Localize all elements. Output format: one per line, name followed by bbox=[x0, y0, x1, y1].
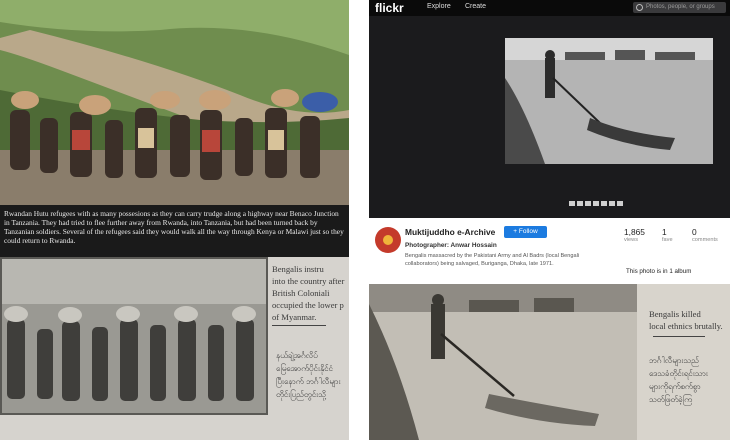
views-count: 1,865 bbox=[624, 227, 645, 237]
left-book-english-text: Bengalis instru into the country after B… bbox=[272, 263, 348, 330]
right-book-page: Bengalis killed local ethnics brutally. … bbox=[369, 284, 730, 440]
refugee-photo bbox=[0, 0, 349, 205]
photo-toolbar bbox=[569, 201, 623, 206]
left-book-line: of Myanmar. bbox=[272, 312, 317, 322]
toolbar-icon[interactable] bbox=[577, 201, 583, 206]
toolbar-icon[interactable] bbox=[593, 201, 599, 206]
toolbar-icon[interactable] bbox=[585, 201, 591, 206]
left-book-burmese-text: နယ်ချဲ့အင်္ဂလိပ် မြေအောက်ပိုင်းနိုင်ငံ ပ… bbox=[276, 349, 346, 401]
refugee-caption-text: Rwandan Hutu refugees with as many posse… bbox=[4, 209, 344, 245]
comments-stat: 0 comments bbox=[692, 227, 722, 243]
photo-info: Muktijuddho e-Archive + Follow Photograp… bbox=[369, 218, 730, 284]
flickr-logo[interactable]: flickr bbox=[375, 1, 404, 15]
left-book-line: British Coloniali bbox=[272, 288, 330, 298]
book-refugee-photo bbox=[0, 257, 268, 415]
collage-divider bbox=[349, 0, 369, 440]
left-book-underline bbox=[272, 325, 326, 326]
left-book-page: Bengalis instru into the country after B… bbox=[0, 257, 349, 440]
right-burmese-line: သတ်ဖြတ်ခဲ့ကြ bbox=[649, 395, 692, 404]
left-book-line: Bengalis instru bbox=[272, 264, 324, 274]
nav-explore[interactable]: Explore bbox=[427, 3, 451, 10]
flickr-viewer: flickr Explore Create Photos, people, or… bbox=[369, 0, 730, 218]
right-book-english-text: Bengalis killed local ethnics brutally. bbox=[649, 308, 729, 332]
left-book-line: into the country after bbox=[272, 276, 345, 286]
right-book-line: Bengalis killed bbox=[649, 309, 701, 319]
left-burmese-line: နယ်ချဲ့အင်္ဂလိပ် bbox=[276, 351, 318, 360]
comments-label: comments bbox=[692, 237, 718, 243]
left-burmese-line: မြေအောက်ပိုင်းနိုင်ငံ bbox=[276, 364, 333, 373]
faves-count: 1 bbox=[662, 227, 667, 237]
nav-create[interactable]: Create bbox=[465, 3, 486, 10]
left-burmese-line: တိုင်းပြည်တွင်းသို့ bbox=[276, 390, 326, 399]
avatar[interactable] bbox=[375, 227, 401, 253]
main-photo[interactable] bbox=[505, 38, 713, 164]
right-burmese-line: များကိုရက်စက်စွာ bbox=[649, 382, 701, 391]
toolbar-icon[interactable] bbox=[609, 201, 615, 206]
right-book-burmese-text: ဘင်္ဂါလီများသည် ဒေသခံတိုင်းရင်းသား များက… bbox=[649, 354, 727, 406]
search-placeholder: Photos, people, or groups bbox=[646, 4, 715, 10]
left-burmese-line: ပြီးနောက် ဘင်္ဂါလီများ bbox=[276, 377, 341, 386]
search-icon bbox=[636, 4, 643, 11]
refugee-caption: Rwandan Hutu refugees with as many posse… bbox=[0, 205, 349, 257]
album-info[interactable]: This photo is in 1 album bbox=[626, 268, 691, 275]
right-burmese-line: ဒေသခံတိုင်းရင်းသား bbox=[649, 369, 708, 378]
book-river-photo bbox=[369, 284, 637, 440]
right-book-line: local ethnics brutally. bbox=[649, 321, 723, 331]
faves-stat: 1 fave bbox=[662, 227, 692, 243]
toolbar-icon[interactable] bbox=[569, 201, 575, 206]
right-burmese-line: ဘင်္ဂါလီများသည် bbox=[649, 356, 699, 365]
views-stat: 1,865 views bbox=[624, 227, 654, 243]
views-label: views bbox=[624, 237, 638, 243]
photo-description: Bengalis massacred by the Pakistani Army… bbox=[405, 253, 580, 267]
photographer-credit: Photographer: Anwar Hossain bbox=[405, 242, 497, 249]
search-input[interactable]: Photos, people, or groups bbox=[633, 2, 726, 13]
faves-label: fave bbox=[662, 237, 673, 243]
toolbar-icon[interactable] bbox=[617, 201, 623, 206]
account-name[interactable]: Muktijuddho e-Archive bbox=[405, 227, 495, 237]
follow-button[interactable]: + Follow bbox=[504, 226, 547, 238]
comments-count: 0 bbox=[692, 227, 697, 237]
right-book-underline bbox=[653, 336, 705, 337]
left-book-line: occupied the lower p bbox=[272, 300, 344, 310]
toolbar-icon[interactable] bbox=[601, 201, 607, 206]
flickr-top-bar: flickr Explore Create Photos, people, or… bbox=[369, 0, 730, 16]
